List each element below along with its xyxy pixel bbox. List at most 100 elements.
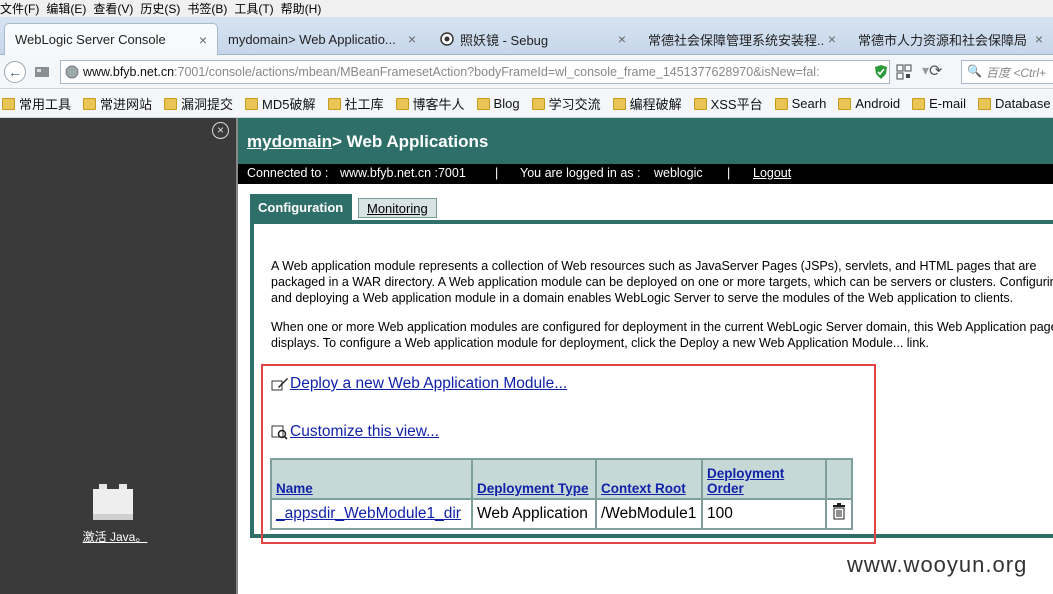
bookmark-folder[interactable]: Searh [774, 96, 827, 111]
browser-tab-webapps[interactable]: mydomain> Web Applicatio... × [222, 23, 426, 55]
url-host: www.bfyb.net.cn [83, 65, 175, 79]
bookmark-folder[interactable]: MD5破解 [245, 94, 316, 113]
menu-view[interactable]: 查看(V) [93, 0, 140, 17]
folder-icon [531, 97, 545, 110]
bookmark-label: E-mail [929, 96, 966, 111]
menu-file[interactable]: 文件(F) [0, 0, 46, 17]
bookmark-label: Database [994, 96, 1051, 111]
globe-icon [65, 65, 79, 79]
search-placeholder: 百度 <Ctrl+ [986, 65, 1047, 80]
bookmark-label: 学习交流 [548, 97, 601, 112]
bookmark-label: 编程破解 [629, 97, 682, 112]
bookmark-label: 常用工具 [19, 97, 72, 112]
back-arrow-icon: ← [8, 64, 22, 80]
folder-icon [395, 97, 409, 110]
domain-link[interactable]: mydomain [247, 132, 332, 151]
folder-icon [476, 97, 490, 110]
menu-tools[interactable]: 工具(T) [234, 0, 280, 17]
activate-java-link[interactable]: 激活 Java。 [70, 528, 160, 545]
logout-link[interactable]: Logout [753, 166, 791, 180]
reload-icon[interactable]: ⟳ [929, 61, 942, 81]
url-input[interactable]: www.bfyb.net.cn:7001/console/actions/mbe… [60, 60, 890, 84]
left-frame [0, 118, 236, 594]
folder-icon [693, 97, 707, 110]
description-paragraph-2: When one or more Web application modules… [271, 320, 1053, 350]
connected-host: www.bfyb.net.cn :7001 [340, 166, 466, 180]
bookmark-label: Android [855, 96, 901, 111]
highlight-annotation [261, 364, 876, 544]
page-header: mydomain> Web Applications [238, 118, 1053, 164]
bookmark-folder[interactable]: 社工库 [327, 94, 384, 113]
connection-status-bar: Connected to : www.bfyb.net.cn :7001 | Y… [238, 164, 1053, 184]
tab-title: 照妖镜 - Sebug [460, 32, 549, 48]
folder-icon [838, 97, 852, 110]
separator: | [727, 166, 731, 180]
bookmark-folder[interactable]: XSS平台 [693, 94, 763, 113]
folder-icon [612, 97, 626, 110]
logged-in-label: You are logged in as : [520, 166, 641, 180]
plugin-block-icon[interactable] [93, 484, 133, 520]
bookmark-folder[interactable]: Blog [476, 96, 520, 111]
bookmark-folder[interactable]: 学习交流 [531, 94, 601, 113]
dropdown-icon[interactable]: ▾ [922, 62, 929, 79]
shield-icon[interactable] [873, 64, 889, 80]
close-icon[interactable]: × [1031, 31, 1047, 47]
search-input[interactable]: 🔍 百度 <Ctrl+ [961, 60, 1053, 84]
folder-icon [977, 97, 991, 110]
watermark: www.wooyun.org [847, 552, 1028, 577]
menu-bookmarks[interactable]: 书签(B) [187, 0, 234, 17]
grid-icon[interactable] [34, 65, 50, 79]
bookmark-label: Searh [791, 96, 827, 111]
menu-help[interactable]: 帮助(H) [281, 0, 329, 17]
bookmark-folder[interactable]: 漏洞提交 [164, 94, 233, 113]
browser-tab-strip: WebLogic Server Console × mydomain> Web … [0, 17, 1053, 55]
description-paragraph-1: A Web application module represents a co… [271, 259, 1053, 305]
browser-tab-changde-hr[interactable]: 常德市人力资源和社会保障局 × [852, 23, 1053, 55]
bookmark-folder[interactable]: 常进网站 [83, 94, 152, 113]
close-icon[interactable]: × [824, 31, 840, 47]
connected-label: Connected to : [247, 166, 329, 180]
menu-history[interactable]: 历史(S) [140, 0, 187, 17]
browser-tab-weblogic[interactable]: WebLogic Server Console × [4, 23, 218, 55]
address-toolbar: ← www.bfyb.net.cn:7001/console/actions/m… [0, 55, 1053, 89]
bookmarks-bar: 常用工具 常进网站 漏洞提交 MD5破解 社工库 博客牛人 Blog 学习交流 … [0, 90, 1053, 118]
tab-title: 常德社会保障管理系统安装程... [648, 32, 824, 48]
folder-icon [774, 97, 788, 110]
sebug-favicon-icon [440, 32, 454, 46]
bookmark-label: XSS平台 [710, 97, 763, 112]
bookmark-folder[interactable]: E-mail [912, 96, 966, 111]
tab-title: mydomain> Web Applicatio... [228, 31, 396, 47]
bookmark-label: 社工库 [344, 97, 384, 112]
bookmark-folder[interactable]: 博客牛人 [395, 94, 465, 113]
back-button[interactable]: ← [4, 61, 26, 83]
folder-icon [912, 97, 926, 110]
search-icon: 🔍 [967, 64, 982, 78]
tab-title: 常德市人力资源和社会保障局 [858, 32, 1028, 48]
menu-edit[interactable]: 编辑(E) [46, 0, 93, 17]
qr-code-icon[interactable] [896, 64, 912, 80]
bookmark-label: 漏洞提交 [181, 97, 234, 112]
bookmark-label: 博客牛人 [412, 97, 465, 112]
bookmark-label: 常进网站 [100, 97, 153, 112]
close-icon[interactable]: × [195, 32, 211, 48]
bookmark-folder[interactable]: Database [977, 96, 1051, 111]
tab-configuration[interactable]: Configuration [250, 194, 352, 220]
bookmark-folder[interactable]: 编程破解 [612, 94, 682, 113]
tab-title: WebLogic Server Console [15, 32, 166, 47]
tab-monitoring[interactable]: Monitoring [358, 198, 437, 218]
bookmark-label: MD5破解 [262, 97, 316, 112]
close-icon[interactable]: × [404, 31, 420, 47]
bookmark-label: Blog [493, 96, 520, 111]
folder-icon [245, 97, 259, 110]
menu-bar: 文件(F) 编辑(E) 查看(V) 历史(S) 书签(B) 工具(T) 帮助(H… [0, 0, 1053, 17]
bookmark-folder[interactable]: 常用工具 [2, 94, 71, 113]
close-icon[interactable]: × [212, 122, 229, 139]
browser-tab-changde-install[interactable]: 常德社会保障管理系统安装程... × [642, 23, 846, 55]
close-icon[interactable]: × [614, 31, 630, 47]
folder-icon [83, 97, 97, 110]
page-title: mydomain> Web Applications [247, 132, 488, 152]
browser-tab-sebug[interactable]: 照妖镜 - Sebug × [432, 23, 636, 55]
bookmark-folder[interactable]: Android [838, 96, 900, 111]
page-title-rest: > Web Applications [332, 132, 489, 151]
url-path: :7001/console/actions/mbean/MBeanFramese… [174, 65, 820, 79]
